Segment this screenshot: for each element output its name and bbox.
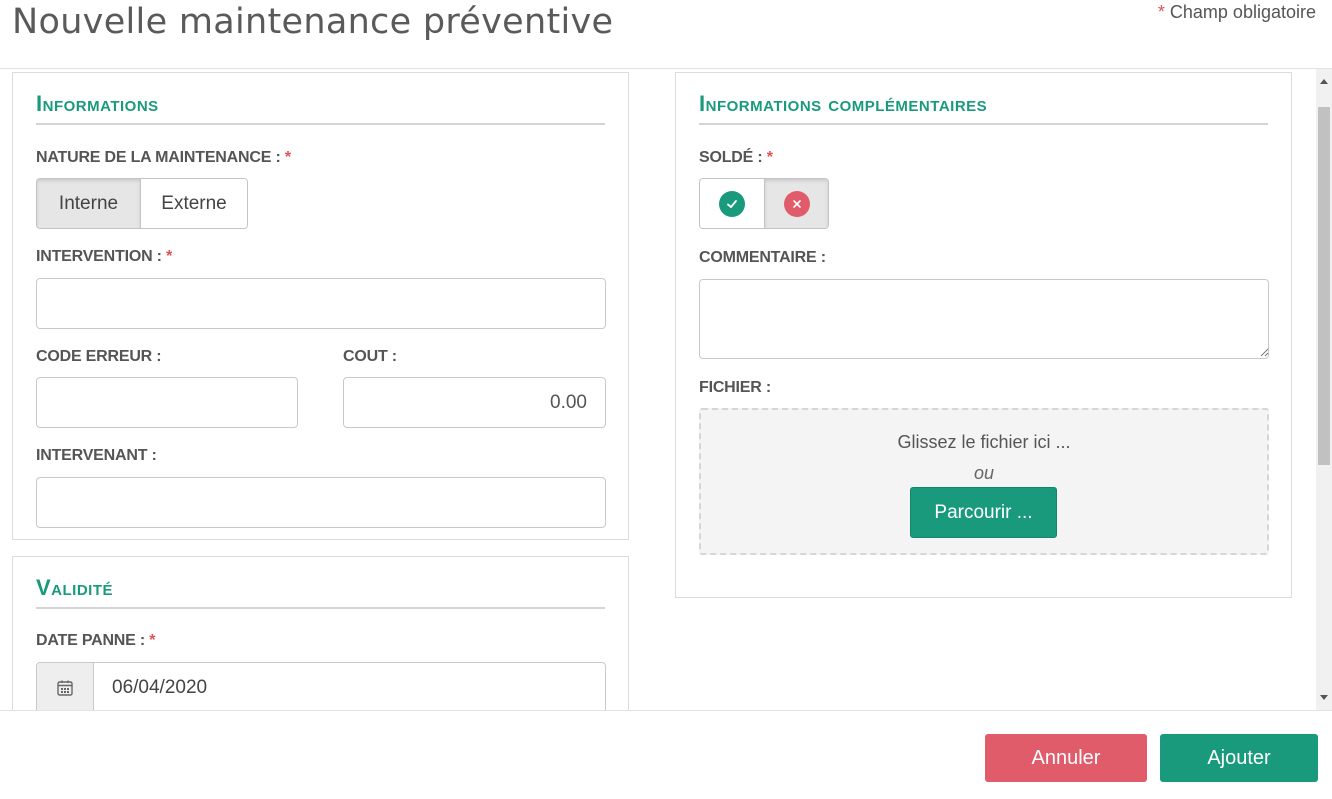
close-icon <box>783 190 810 217</box>
file-dropzone[interactable]: Glissez le fichier ici ... ou Parcourir … <box>699 408 1269 555</box>
nature-label: NATURE DE LA MAINTENANCE : * <box>36 149 291 166</box>
nature-externe-button[interactable]: Externe <box>140 179 247 228</box>
code-erreur-input[interactable] <box>36 377 298 428</box>
fichier-label: FICHIER : <box>699 379 771 396</box>
scrollbar-thumb[interactable] <box>1318 107 1330 465</box>
code-erreur-label: CODE ERREUR : <box>36 348 162 365</box>
date-panne-label: DATE PANNE : * <box>36 632 156 649</box>
scroll-down-arrow-icon[interactable] <box>1320 695 1328 700</box>
form-scroll-area[interactable]: Informations NATURE DE LA MAINTENANCE : … <box>0 68 1332 711</box>
informations-title: Informations <box>36 91 605 125</box>
browse-button[interactable]: Parcourir ... <box>910 487 1057 538</box>
nature-interne-button[interactable]: Interne <box>37 179 141 228</box>
page-title: Nouvelle maintenance préventive <box>12 2 614 42</box>
commentaire-label: COMMENTAIRE : <box>699 249 826 266</box>
cout-label: COUT : <box>343 348 397 365</box>
intervention-label: INTERVENTION : * <box>36 248 173 265</box>
required-field-note: * Champ obligatoire <box>1158 2 1316 23</box>
intervenant-label: INTERVENANT : <box>36 447 157 464</box>
cout-input[interactable]: 0.00 <box>343 377 606 428</box>
check-icon <box>719 190 745 217</box>
intervenant-input[interactable] <box>36 477 606 528</box>
intervention-input[interactable] <box>36 278 606 329</box>
date-panne-input[interactable]: 06/04/2020 <box>94 663 605 710</box>
solde-yes-button[interactable] <box>700 179 764 228</box>
nature-toggle: Interne Externe <box>36 178 248 229</box>
add-button[interactable]: Ajouter <box>1160 734 1318 782</box>
required-star: * <box>1157 2 1165 22</box>
scroll-up-arrow-icon[interactable] <box>1320 79 1328 84</box>
informations-panel: Informations NATURE DE LA MAINTENANCE : … <box>12 72 629 540</box>
dropzone-text: Glissez le fichier ici ... <box>897 432 1071 452</box>
complementaires-panel: Informations complémentaires SOLDÉ : * C… <box>675 72 1292 598</box>
cancel-button[interactable]: Annuler <box>985 734 1147 782</box>
calendar-icon[interactable] <box>37 663 94 710</box>
solde-toggle <box>699 178 829 229</box>
solde-label: SOLDÉ : * <box>699 149 773 166</box>
validite-panel: Validité DATE PANNE : * 06/04/2020 <box>12 556 629 710</box>
validite-title: Validité <box>36 575 605 609</box>
date-panne-field: 06/04/2020 <box>36 662 606 710</box>
scrollbar[interactable] <box>1316 69 1332 710</box>
required-note-text: Champ obligatoire <box>1169 2 1316 22</box>
solde-no-button[interactable] <box>764 179 828 228</box>
complementaires-title: Informations complémentaires <box>699 91 1268 125</box>
dropzone-or: ou <box>973 463 995 483</box>
commentaire-textarea[interactable] <box>699 279 1269 359</box>
resize-handle-icon[interactable] <box>1259 347 1269 357</box>
